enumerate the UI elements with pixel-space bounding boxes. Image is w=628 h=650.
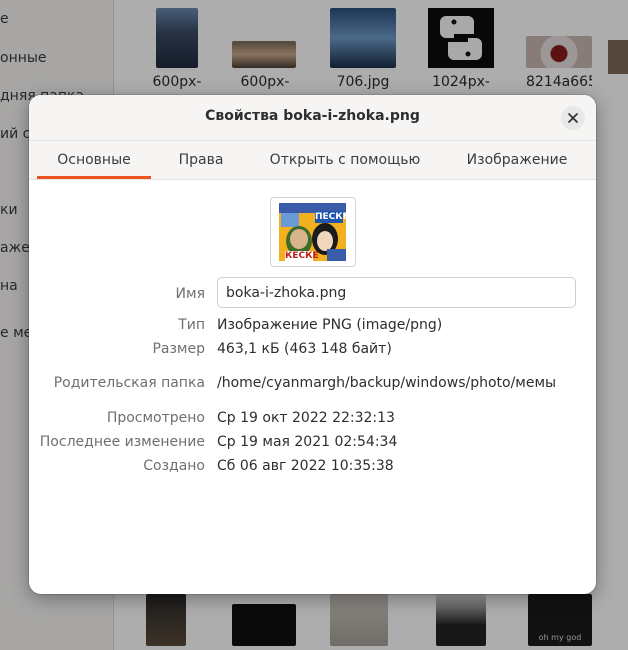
- parent-folder-label: Родительская папка: [53, 375, 205, 391]
- tab-permissions[interactable]: Права: [165, 141, 237, 179]
- preview-top-text: ПЕСКЕ: [315, 212, 349, 222]
- tab-open-with[interactable]: Открыть с помощью: [265, 141, 425, 179]
- name-input[interactable]: [217, 277, 576, 308]
- accessed-label: Просмотрено: [106, 410, 205, 426]
- modified-label: Последнее изменение: [39, 434, 205, 450]
- size-label: Размер: [152, 341, 205, 357]
- created-label: Создано: [143, 458, 205, 474]
- accessed-value: Ср 19 окт 2022 22:32:13: [217, 410, 395, 426]
- close-icon: [568, 113, 578, 123]
- type-value: Изображение PNG (image/png): [217, 317, 443, 333]
- dialog-titlebar[interactable]: Свойства boka-i-zhoka.png: [29, 95, 596, 141]
- close-button[interactable]: [561, 106, 585, 130]
- size-value: 463,1 кБ (463 148 байт): [217, 341, 392, 357]
- type-label: Тип: [178, 317, 205, 333]
- tab-basic[interactable]: Основные: [37, 141, 151, 179]
- preview-image: ПЕСКЕ КЕСКЕ: [279, 203, 349, 261]
- created-value: Сб 06 авг 2022 10:35:38: [217, 458, 394, 474]
- properties-dialog: Свойства boka-i-zhoka.png Основные Права…: [29, 95, 596, 594]
- parent-folder-value[interactable]: /home/cyanmargh/backup/windows/photo/мем…: [217, 375, 556, 391]
- modified-value: Ср 19 мая 2021 02:54:34: [217, 434, 398, 450]
- name-label: Имя: [175, 286, 205, 302]
- preview-bottom-text: КЕСКЕ: [285, 251, 319, 261]
- file-preview: ПЕСКЕ КЕСКЕ: [270, 197, 356, 267]
- tab-image[interactable]: Изображение: [457, 141, 577, 179]
- tab-bar: Основные Права Открыть с помощью Изображ…: [29, 141, 596, 180]
- dialog-title: Свойства boka-i-zhoka.png: [205, 108, 420, 124]
